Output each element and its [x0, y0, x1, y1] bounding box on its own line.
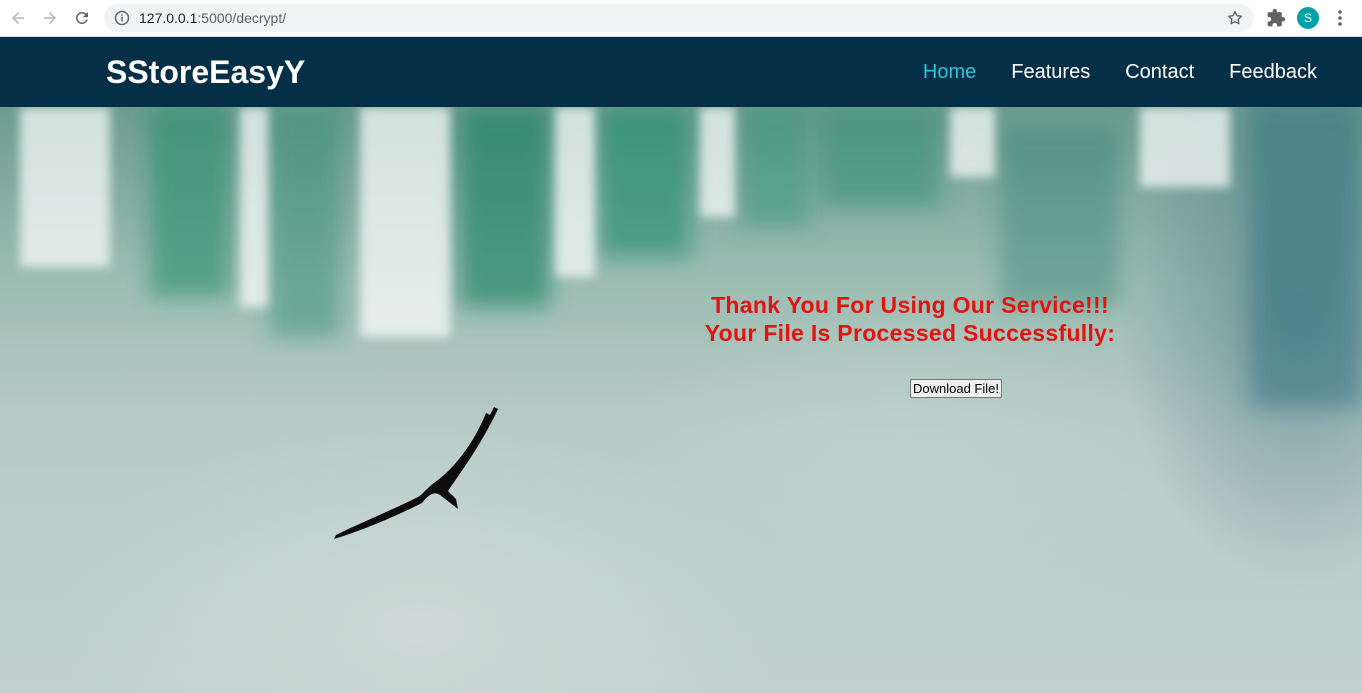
nav-contact-link[interactable]: Contact — [1125, 60, 1194, 84]
site-navbar: SStoreEasyY Home Features Contact Feedba… — [0, 37, 1362, 107]
kebab-icon[interactable] — [1332, 8, 1348, 28]
url-host: 127.0.0.1 — [139, 10, 198, 26]
profile-avatar[interactable]: S — [1297, 7, 1319, 29]
thank-you-heading: Thank You For Using Our Service!!! — [711, 292, 1109, 318]
success-message: Thank You For Using Our Service!!! Your … — [600, 291, 1220, 347]
back-button[interactable] — [6, 6, 30, 30]
puzzle-icon[interactable] — [1266, 8, 1286, 28]
download-file-button[interactable]: Download File! — [910, 379, 1002, 398]
url-path: :5000/decrypt/ — [197, 10, 287, 26]
nav-home-link[interactable]: Home — [923, 60, 976, 84]
nav-features-link[interactable]: Features — [1011, 60, 1090, 84]
star-icon[interactable] — [1226, 9, 1244, 27]
main-menu: Home Features Contact Feedback — [888, 60, 1317, 84]
info-icon[interactable] — [114, 10, 130, 26]
bird-silhouette-image — [334, 407, 498, 539]
hero-background: Thank You For Using Our Service!!! Your … — [0, 107, 1362, 693]
reload-icon — [76, 12, 88, 24]
reload-button[interactable] — [70, 6, 94, 30]
site-brand[interactable]: SStoreEasyY — [106, 53, 305, 91]
processed-heading: Your File Is Processed Successfully: — [704, 320, 1116, 346]
address-bar[interactable]: 127.0.0.1:5000/decrypt/ — [104, 4, 1254, 32]
forward-button[interactable] — [38, 6, 62, 30]
waterfall-background-image — [20, 107, 1362, 407]
browser-toolbar: 127.0.0.1:5000/decrypt/ S — [0, 0, 1362, 37]
url-text[interactable]: 127.0.0.1:5000/decrypt/ — [139, 10, 286, 26]
arrow-left-icon — [12, 12, 24, 24]
nav-feedback-link[interactable]: Feedback — [1229, 60, 1317, 84]
arrow-right-icon — [44, 12, 56, 24]
